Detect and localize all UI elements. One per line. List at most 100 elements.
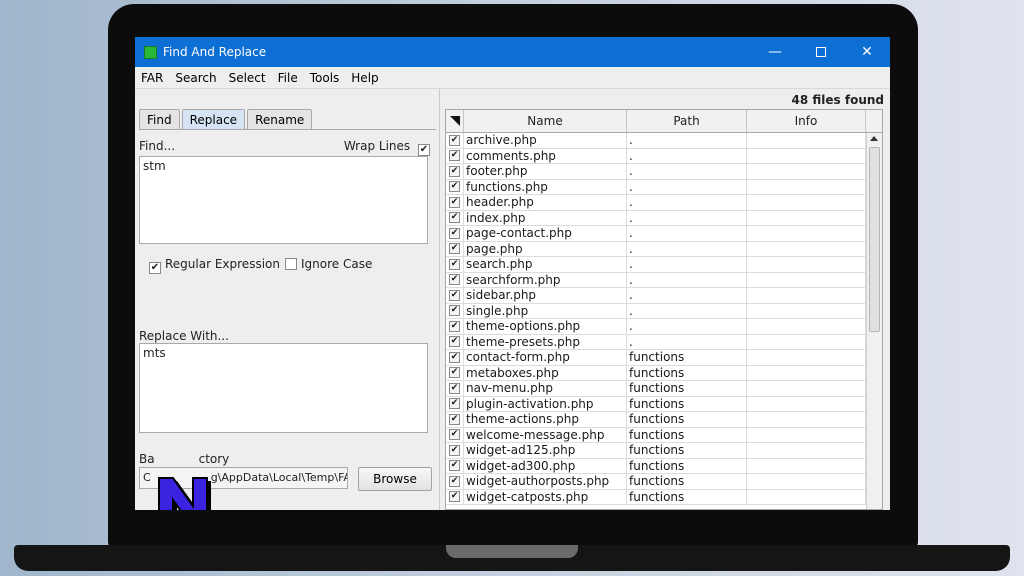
row-checkbox[interactable]: ✔ [449,320,460,332]
row-checkbox-cell[interactable]: ✔ [446,226,464,241]
menu-search[interactable]: Search [169,71,222,85]
menu-help[interactable]: Help [345,71,384,85]
row-checkbox[interactable]: ✔ [449,398,460,410]
row-checkbox-cell[interactable]: ✔ [446,474,464,489]
table-row[interactable]: ✔ plugin-activation.php functions [446,396,882,412]
row-checkbox[interactable]: ✔ [449,258,460,270]
vertical-scrollbar[interactable] [866,133,882,509]
table-row[interactable]: ✔ searchform.php. [446,272,882,288]
select-all-corner[interactable] [446,110,464,132]
row-checkbox-cell[interactable]: ✔ [446,412,464,427]
table-row[interactable]: ✔ comments.php. [446,148,882,164]
menu-far[interactable]: FAR [135,71,169,85]
tab-rename[interactable]: Rename [247,109,313,129]
row-checkbox-cell[interactable]: ✔ [446,365,464,380]
row-checkbox-cell[interactable]: ✔ [446,241,464,256]
minimize-button[interactable]: — [752,37,798,67]
row-checkbox[interactable]: ✔ [449,165,460,177]
row-checkbox[interactable]: ✔ [449,351,460,363]
row-checkbox-cell[interactable]: ✔ [446,303,464,318]
row-checkbox[interactable]: ✔ [449,491,460,503]
table-row[interactable]: ✔ single.php. [446,303,882,319]
tab-replace[interactable]: Replace [181,109,246,129]
table-row[interactable]: ✔ widget-authorposts.php functions [446,474,882,490]
tab-find[interactable]: Find [139,109,180,129]
table-row[interactable]: ✔ metaboxes.php functions [446,365,882,381]
row-checkbox[interactable]: ✔ [449,243,460,255]
row-checkbox-cell[interactable]: ✔ [446,179,464,194]
table-row[interactable]: ✔ nav-menu.php functions [446,381,882,397]
row-checkbox[interactable]: ✔ [449,444,460,456]
regex-option[interactable]: ✔ Regular Expression [149,257,280,274]
row-checkbox-cell[interactable]: ✔ [446,148,464,163]
row-checkbox-cell[interactable]: ✔ [446,133,464,148]
row-checkbox[interactable]: ✔ [449,289,460,301]
row-checkbox-cell[interactable]: ✔ [446,288,464,303]
row-checkbox[interactable]: ✔ [449,181,460,193]
table-row[interactable]: ✔ page.php. [446,241,882,257]
table-row[interactable]: ✔ index.php. [446,210,882,226]
row-checkbox[interactable]: ✔ [449,336,460,348]
ignore-case-option[interactable]: Ignore Case [285,257,372,271]
row-checkbox-cell[interactable]: ✔ [446,164,464,179]
menu-select[interactable]: Select [223,71,272,85]
close-button[interactable]: ✕ [844,37,890,67]
row-checkbox[interactable]: ✔ [449,134,460,146]
row-checkbox-cell[interactable]: ✔ [446,381,464,396]
row-checkbox-cell[interactable]: ✔ [446,458,464,473]
ignore-case-checkbox[interactable] [285,258,297,270]
table-row[interactable]: ✔ contact-form.php functions [446,350,882,366]
row-checkbox-cell[interactable]: ✔ [446,319,464,334]
row-checkbox-cell[interactable]: ✔ [446,427,464,442]
row-checkbox[interactable]: ✔ [449,305,460,317]
row-checkbox-cell[interactable]: ✔ [446,195,464,210]
row-checkbox[interactable]: ✔ [449,150,460,162]
row-checkbox[interactable]: ✔ [449,429,460,441]
table-row[interactable]: ✔ welcome-message.php functions [446,427,882,443]
table-row[interactable]: ✔ sidebar.php. [446,288,882,304]
row-checkbox-cell[interactable]: ✔ [446,257,464,272]
row-checkbox[interactable]: ✔ [449,413,460,425]
table-row[interactable]: ✔ header.php. [446,195,882,211]
row-checkbox[interactable]: ✔ [449,212,460,224]
row-checkbox-cell[interactable]: ✔ [446,350,464,365]
row-checkbox-cell[interactable]: ✔ [446,272,464,287]
row-checkbox-cell[interactable]: ✔ [446,443,464,458]
row-checkbox-cell[interactable]: ✔ [446,210,464,225]
table-row[interactable]: ✔ page-contact.php. [446,226,882,242]
row-checkbox[interactable]: ✔ [449,475,460,487]
table-row[interactable]: ✔ archive.php. [446,133,882,149]
column-header-path[interactable]: Path [627,110,747,132]
row-checkbox[interactable]: ✔ [449,460,460,472]
table-row[interactable]: ✔ search.php. [446,257,882,273]
row-checkbox-cell[interactable]: ✔ [446,334,464,349]
browse-button[interactable]: Browse [358,467,432,491]
menu-tools[interactable]: Tools [304,71,346,85]
table-row[interactable]: ✔ functions.php. [446,179,882,195]
table-row[interactable]: ✔ theme-options.php. [446,319,882,335]
table-row[interactable]: ✔ widget-ad300.php functions [446,458,882,474]
wrap-lines-checkbox[interactable]: ✔ [418,144,430,156]
row-checkbox[interactable]: ✔ [449,196,460,208]
find-input[interactable]: stm [139,156,428,244]
row-checkbox-cell[interactable]: ✔ [446,396,464,411]
scroll-up-icon[interactable] [870,136,878,141]
table-row[interactable]: ✔ widget-catposts.php functions [446,489,882,505]
table-row[interactable]: ✔ theme-presets.php. [446,334,882,350]
table-row[interactable]: ✔ widget-ad125.php functions [446,443,882,459]
row-checkbox-cell[interactable]: ✔ [446,489,464,504]
row-checkbox[interactable]: ✔ [449,367,460,379]
table-row[interactable]: ✔ theme-actions.php functions [446,412,882,428]
row-checkbox[interactable]: ✔ [449,274,460,286]
menu-file[interactable]: File [272,71,304,85]
scrollbar-thumb[interactable] [869,147,880,332]
column-header-info[interactable]: Info [747,110,866,132]
replace-input[interactable]: mts [139,343,428,433]
wrap-lines-option[interactable]: Wrap Lines ✔ [344,139,430,156]
row-checkbox[interactable]: ✔ [449,227,460,239]
table-row[interactable]: ✔ footer.php. [446,164,882,180]
column-header-name[interactable]: Name [464,110,627,132]
maximize-button[interactable] [798,37,844,67]
regex-checkbox[interactable]: ✔ [149,262,161,274]
row-checkbox[interactable]: ✔ [449,382,460,394]
